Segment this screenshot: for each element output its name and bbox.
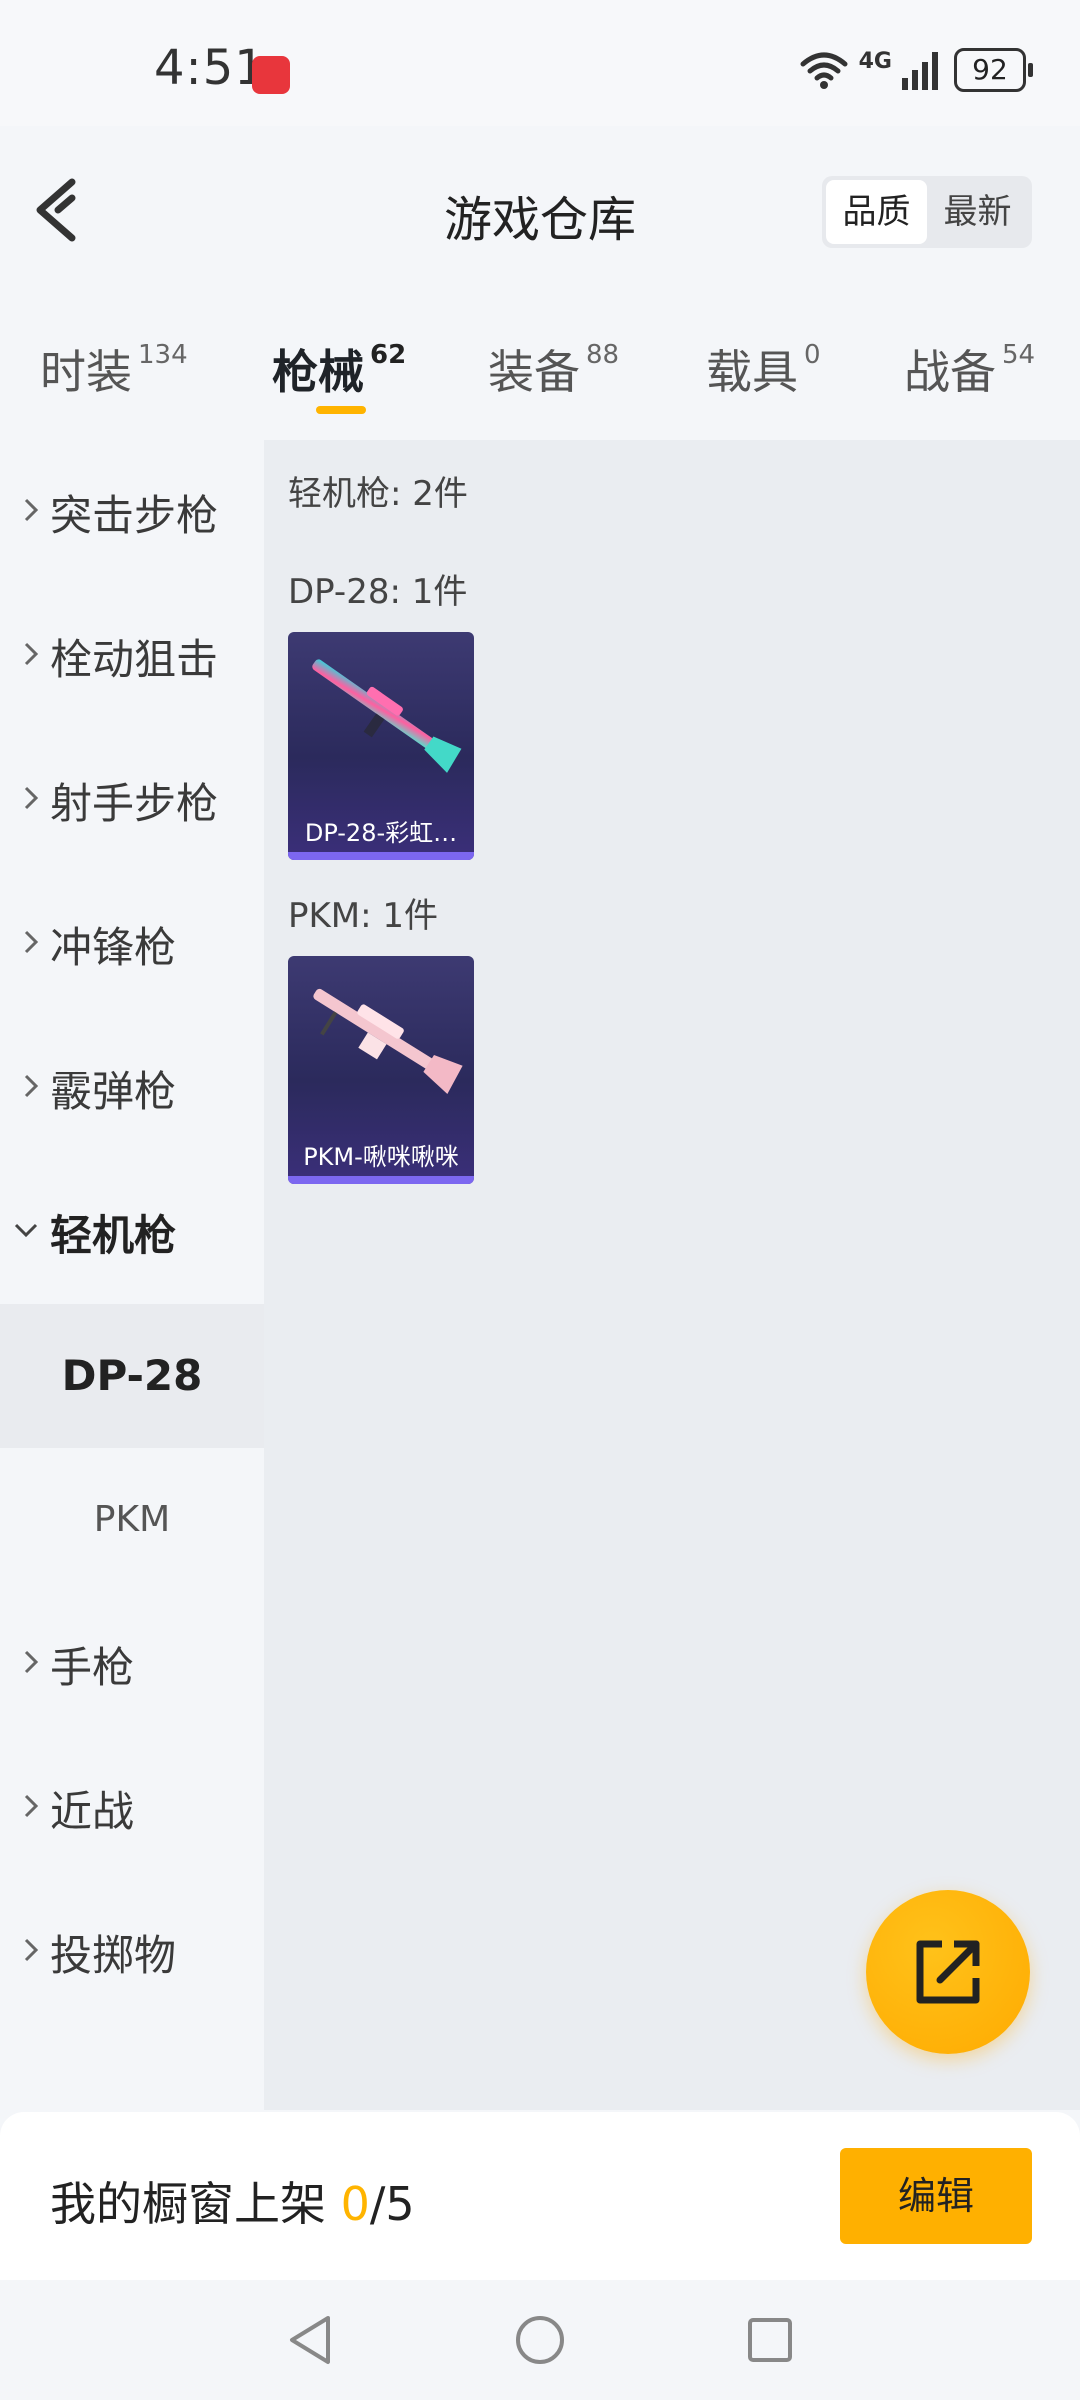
share-fab-button[interactable] [866, 1890, 1030, 2054]
sidebar: 突击步枪 栓动狙击 射手步枪 冲锋枪 霰弹枪 轻机枪 DP-28 PKM 手枪 … [0, 440, 264, 2110]
battery-indicator: 92 [954, 48, 1033, 92]
tab-label: 载具 [706, 345, 798, 399]
sidebar-item-label: 射手步枪 [50, 778, 219, 828]
header: 游戏仓库 品质 最新 [0, 126, 1080, 296]
sidebar-subitem-dp28[interactable]: DP-28 [0, 1304, 264, 1448]
status-icons: 4G 92 [799, 48, 1033, 92]
sidebar-item-marksman-rifle[interactable]: 射手步枪 [0, 728, 264, 872]
sidebar-item-label: 栓动狙击 [50, 634, 219, 684]
chevron-right-icon [0, 1792, 40, 1824]
tab-weapons[interactable]: 枪械 62 [272, 336, 406, 402]
tab-label: 时装 [40, 345, 132, 399]
app-store-icon [252, 56, 290, 94]
chevron-right-icon [0, 496, 40, 528]
item-card-pkm[interactable]: PKM-啾咪啾咪 [288, 956, 474, 1184]
sort-quality-button[interactable]: 品质 [826, 180, 927, 244]
showcase-total-count: /5 [369, 2177, 415, 2231]
tab-label: 枪械 [272, 345, 364, 399]
sidebar-item-shotgun[interactable]: 霰弹枪 [0, 1016, 264, 1160]
network-type: 4G [858, 48, 892, 74]
sidebar-item-label: 霰弹枪 [50, 1066, 177, 1116]
status-bar: 4:51 4G 92 [0, 0, 1080, 126]
tab-vehicles[interactable]: 载具 0 [706, 336, 821, 402]
chevron-right-icon [0, 928, 40, 960]
sort-newest-button[interactable]: 最新 [927, 180, 1028, 244]
item-card-dp28[interactable]: DP-28-彩虹… [288, 632, 474, 860]
tab-equipment[interactable]: 装备 88 [488, 336, 619, 402]
sidebar-item-lmg[interactable]: 轻机枪 [0, 1160, 264, 1304]
sidebar-item-label: 轻机枪 [50, 1210, 177, 1260]
tab-count: 134 [138, 340, 188, 370]
sidebar-item-smg[interactable]: 冲锋枪 [0, 872, 264, 1016]
chevron-right-icon [0, 1648, 40, 1680]
tab-label: 装备 [488, 345, 580, 399]
sidebar-subitem-pkm[interactable]: PKM [0, 1448, 264, 1592]
nav-recents-icon[interactable] [740, 2310, 800, 2370]
item-list: 轻机枪: 2件 DP-28: 1件 DP-28-彩虹… PKM: 1件 PKM-… [264, 440, 1080, 2110]
tab-count: 88 [586, 340, 620, 370]
pkm-pink-gun-image [313, 988, 463, 1094]
rarity-bar [288, 852, 474, 860]
status-time: 4:51 [154, 40, 266, 96]
tab-supplies[interactable]: 战备 54 [904, 336, 1035, 402]
sort-toggle: 品质 最新 [822, 176, 1032, 248]
chevron-down-icon [0, 1221, 40, 1243]
sidebar-item-label: 投掷物 [50, 1930, 177, 1980]
sidebar-item-assault-rifle[interactable]: 突击步枪 [0, 440, 264, 584]
tab-label: 战备 [904, 345, 996, 399]
sidebar-item-label: 手枪 [50, 1642, 135, 1692]
showcase-label: 我的橱窗上架 0/5 [50, 2168, 415, 2234]
showcase-text: 我的橱窗上架 [50, 2177, 341, 2231]
category-title: 轻机枪: 2件 [288, 474, 468, 514]
signal-icon [902, 52, 938, 90]
rarity-bar [288, 1176, 474, 1184]
dp28-rainbow-gun-image [312, 659, 462, 773]
tab-fashion[interactable]: 时装 134 [40, 336, 188, 402]
category-tabs: 时装 134 枪械 62 装备 88 载具 0 战备 54 [0, 300, 1080, 440]
nav-home-icon[interactable] [510, 2310, 570, 2370]
sidebar-item-pistol[interactable]: 手枪 [0, 1592, 264, 1736]
item-name: PKM-啾咪啾咪 [303, 1143, 459, 1171]
nav-back-icon[interactable] [280, 2310, 340, 2370]
group-title-dp28: DP-28: 1件 [288, 572, 468, 612]
chevron-right-icon [0, 640, 40, 672]
chevron-right-icon [0, 1072, 40, 1104]
sidebar-item-label: 近战 [50, 1786, 135, 1836]
tab-count: 54 [1002, 340, 1036, 370]
active-tab-indicator [316, 406, 366, 414]
external-link-icon [916, 1940, 980, 2004]
sidebar-item-throwable[interactable]: 投掷物 [0, 1880, 264, 2024]
wifi-icon [800, 52, 848, 89]
group-title-pkm: PKM: 1件 [288, 896, 439, 936]
sidebar-item-label: 突击步枪 [50, 490, 219, 540]
chevron-right-icon [0, 784, 40, 816]
edit-button[interactable]: 编辑 [840, 2148, 1032, 2244]
tab-count: 62 [370, 340, 407, 370]
chevron-right-icon [0, 1936, 40, 1968]
sidebar-item-label: 冲锋枪 [50, 922, 177, 972]
showcase-current-count: 0 [340, 2177, 370, 2231]
system-navbar [0, 2280, 1080, 2400]
tab-count: 0 [804, 340, 821, 370]
showcase-bar: 我的橱窗上架 0/5 编辑 [0, 2112, 1080, 2280]
item-name: DP-28-彩虹… [304, 819, 458, 847]
sidebar-item-melee[interactable]: 近战 [0, 1736, 264, 1880]
sidebar-item-bolt-sniper[interactable]: 栓动狙击 [0, 584, 264, 728]
